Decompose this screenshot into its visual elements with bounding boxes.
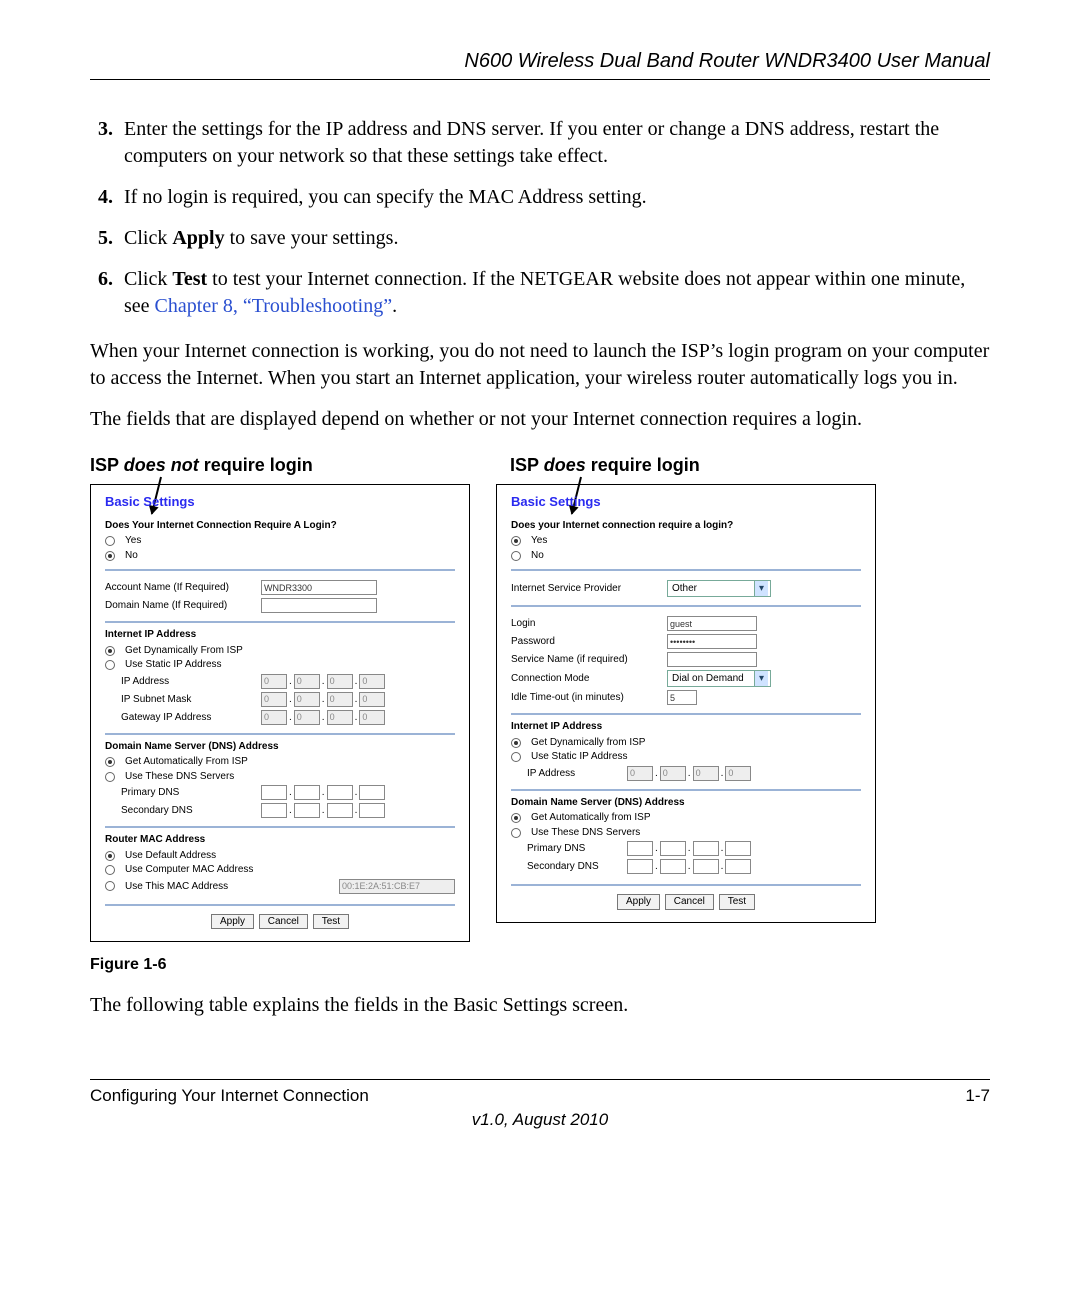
radio-dns-use[interactable] bbox=[511, 828, 521, 838]
idle-timeout-input[interactable] bbox=[667, 690, 697, 705]
secondary-dns-label: Secondary DNS bbox=[105, 805, 255, 817]
after-figure-paragraph: The following table explains the fields … bbox=[90, 992, 990, 1019]
step-5: Click Apply to save your settings. bbox=[118, 225, 990, 252]
radio-no[interactable] bbox=[511, 551, 521, 561]
radio-dns-use[interactable] bbox=[105, 772, 115, 782]
right-caption: ISP does require login bbox=[510, 455, 890, 476]
apply-button[interactable]: Apply bbox=[617, 894, 660, 910]
radio-yes[interactable] bbox=[105, 536, 115, 546]
step-6: Click Test to test your Internet connect… bbox=[118, 266, 990, 320]
apply-button[interactable]: Apply bbox=[211, 914, 254, 930]
radio-mac-computer[interactable] bbox=[105, 865, 115, 875]
paragraph-2: The fields that are displayed depend on … bbox=[90, 406, 990, 433]
service-name-input[interactable] bbox=[667, 652, 757, 667]
step-6-post: . bbox=[392, 295, 397, 317]
subnet-mask-label: IP Subnet Mask bbox=[105, 694, 255, 706]
ip-address-input[interactable]: ... bbox=[627, 766, 751, 781]
ip-address-label: IP Address bbox=[511, 768, 621, 780]
footer-section: Configuring Your Internet Connection bbox=[90, 1086, 369, 1106]
cancel-button[interactable]: Cancel bbox=[259, 914, 308, 930]
footer-page-number: 1-7 bbox=[965, 1086, 990, 1106]
mac-input[interactable] bbox=[339, 879, 455, 894]
left-caption: ISP does not require login bbox=[90, 455, 470, 476]
login-label: Login bbox=[511, 618, 661, 630]
secondary-dns-label: Secondary DNS bbox=[511, 861, 621, 873]
radio-mac-default[interactable] bbox=[105, 851, 115, 861]
service-name-label: Service Name (if required) bbox=[511, 654, 661, 666]
cancel-button[interactable]: Cancel bbox=[665, 894, 714, 910]
ip-address-label: IP Address bbox=[105, 676, 255, 688]
step-list: Enter the settings for the IP address an… bbox=[90, 116, 990, 320]
panel-title: Basic Settings bbox=[511, 495, 861, 510]
login-input[interactable] bbox=[667, 616, 757, 631]
step-3: Enter the settings for the IP address an… bbox=[118, 116, 990, 170]
subnet-mask-input[interactable]: ... bbox=[261, 692, 385, 707]
idle-timeout-label: Idle Time-out (in minutes) bbox=[511, 692, 661, 704]
ip-address-input[interactable]: ... bbox=[261, 674, 385, 689]
secondary-dns-input[interactable]: ... bbox=[627, 859, 751, 874]
primary-dns-label: Primary DNS bbox=[105, 787, 255, 799]
panel-title: Basic Settings bbox=[105, 495, 455, 510]
radio-no[interactable] bbox=[105, 551, 115, 561]
radio-ip-static[interactable] bbox=[511, 752, 521, 762]
primary-dns-label: Primary DNS bbox=[511, 843, 621, 855]
login-question: Does Your Internet Connection Require A … bbox=[105, 520, 455, 532]
doc-header: N600 Wireless Dual Band Router WNDR3400 … bbox=[90, 50, 990, 80]
page-footer: Configuring Your Internet Connection 1-7 bbox=[90, 1079, 990, 1106]
dns-heading: Domain Name Server (DNS) Address bbox=[105, 741, 455, 753]
step-6-bold: Test bbox=[172, 268, 207, 290]
radio-yes[interactable] bbox=[511, 536, 521, 546]
step-4: If no login is required, you can specify… bbox=[118, 184, 990, 211]
radio-ip-dynamic[interactable] bbox=[105, 646, 115, 656]
account-name-input[interactable] bbox=[261, 580, 377, 595]
password-label: Password bbox=[511, 636, 661, 648]
domain-name-input[interactable] bbox=[261, 598, 377, 613]
password-input[interactable] bbox=[667, 634, 757, 649]
radio-mac-this[interactable] bbox=[105, 881, 115, 891]
step-6-pre: Click bbox=[124, 268, 172, 290]
paragraph-1: When your Internet connection is working… bbox=[90, 338, 990, 392]
step-3-text: Enter the settings for the IP address an… bbox=[124, 118, 939, 167]
chevron-down-icon: ▾ bbox=[754, 581, 768, 596]
step-5-bold: Apply bbox=[172, 227, 224, 249]
troubleshooting-link[interactable]: Chapter 8, “Troubleshooting” bbox=[155, 295, 393, 317]
isp-label: Internet Service Provider bbox=[511, 583, 661, 595]
basic-settings-no-login-panel: Basic Settings Does Your Internet Connec… bbox=[90, 484, 470, 942]
account-name-label: Account Name (If Required) bbox=[105, 582, 255, 594]
radio-dns-auto[interactable] bbox=[105, 757, 115, 767]
footer-version: v1.0, August 2010 bbox=[90, 1110, 990, 1130]
mac-heading: Router MAC Address bbox=[105, 834, 455, 846]
figure-label: Figure 1-6 bbox=[90, 956, 990, 974]
login-question: Does your Internet connection require a … bbox=[511, 520, 861, 532]
basic-settings-login-panel: Basic Settings Does your Internet connec… bbox=[496, 484, 876, 923]
connection-mode-label: Connection Mode bbox=[511, 673, 661, 685]
secondary-dns-input[interactable]: ... bbox=[261, 803, 385, 818]
internet-ip-heading: Internet IP Address bbox=[511, 721, 861, 733]
primary-dns-input[interactable]: ... bbox=[261, 785, 385, 800]
gateway-input[interactable]: ... bbox=[261, 710, 385, 725]
test-button[interactable]: Test bbox=[313, 914, 349, 930]
radio-ip-dynamic[interactable] bbox=[511, 738, 521, 748]
connection-mode-select[interactable]: Dial on Demand▾ bbox=[667, 670, 771, 687]
gateway-label: Gateway IP Address bbox=[105, 712, 255, 724]
dns-heading: Domain Name Server (DNS) Address bbox=[511, 797, 861, 809]
step-5-pre: Click bbox=[124, 227, 172, 249]
step-5-post: to save your settings. bbox=[225, 227, 399, 249]
radio-ip-static[interactable] bbox=[105, 660, 115, 670]
internet-ip-heading: Internet IP Address bbox=[105, 629, 455, 641]
domain-name-label: Domain Name (If Required) bbox=[105, 600, 255, 612]
chevron-down-icon: ▾ bbox=[754, 671, 768, 686]
isp-select[interactable]: Other▾ bbox=[667, 580, 771, 597]
step-4-text: If no login is required, you can specify… bbox=[124, 186, 647, 208]
primary-dns-input[interactable]: ... bbox=[627, 841, 751, 856]
radio-dns-auto[interactable] bbox=[511, 813, 521, 823]
test-button[interactable]: Test bbox=[719, 894, 755, 910]
